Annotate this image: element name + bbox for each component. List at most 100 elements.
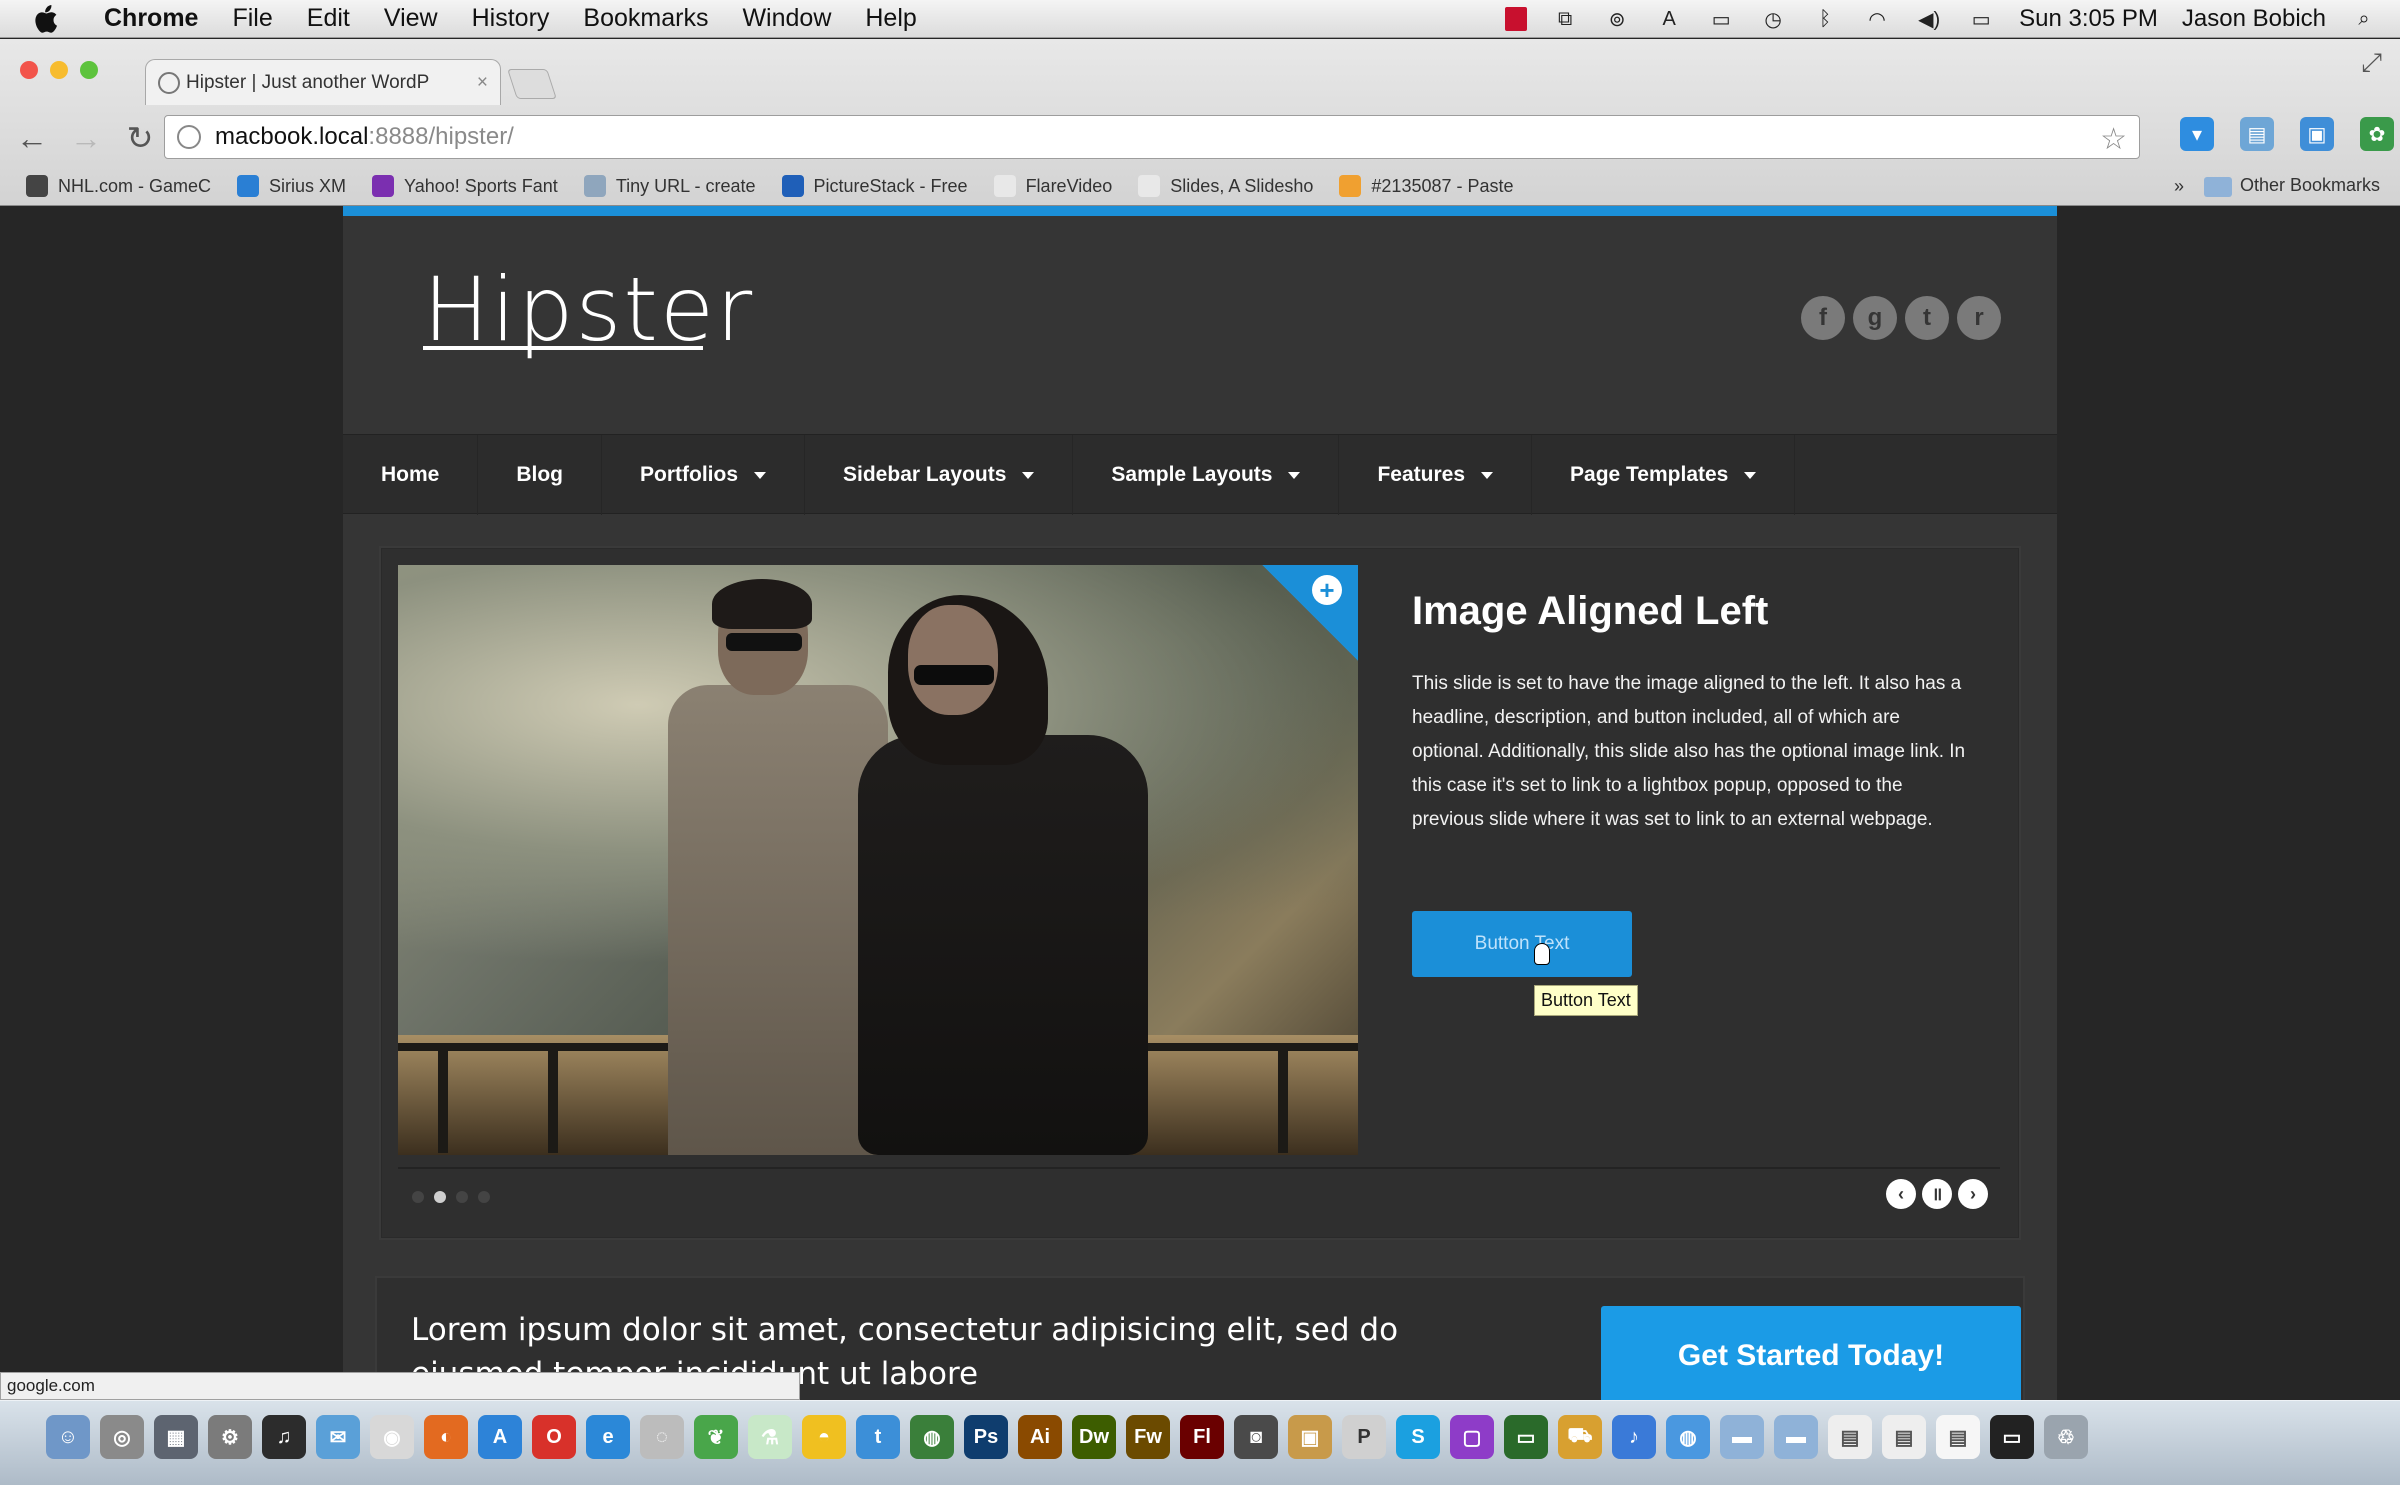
screenshot-icon[interactable]: ◙ xyxy=(1234,1415,1278,1459)
photoshop-icon[interactable]: Ps xyxy=(964,1415,1008,1459)
app-store-icon[interactable]: A xyxy=(478,1415,522,1459)
tweetdeck-icon[interactable]: t xyxy=(856,1415,900,1459)
purple-app-icon[interactable]: ▢ xyxy=(1450,1415,1494,1459)
slide-image[interactable] xyxy=(398,565,1358,1155)
bookmark-item[interactable]: Sirius XM xyxy=(237,175,346,197)
address-bar[interactable]: macbook.local:8888/hipster/ ☆ xyxy=(164,115,2140,159)
box-icon[interactable]: ▣ xyxy=(1288,1415,1332,1459)
trash-icon[interactable]: ♲ xyxy=(2044,1415,2088,1459)
bookmark-item[interactable]: #2135087 - Paste xyxy=(1339,175,1514,197)
bookmark-item[interactable]: Yahoo! Sports Fant xyxy=(372,175,558,197)
wifi-icon[interactable]: ◠ xyxy=(1863,7,1891,31)
monitor-icon[interactable]: ▭ xyxy=(1504,1415,1548,1459)
menubar-user[interactable]: Jason Bobich xyxy=(2182,5,2326,33)
preview-icon[interactable]: ▦ xyxy=(154,1415,198,1459)
bookmark-item[interactable]: FlareVideo xyxy=(993,175,1112,197)
nav-blog[interactable]: Blog xyxy=(478,435,603,515)
facebook-icon[interactable]: f xyxy=(1801,296,1845,340)
flask-icon[interactable]: ⚗ xyxy=(748,1415,792,1459)
menu-edit[interactable]: Edit xyxy=(307,4,350,33)
nav-home[interactable]: Home xyxy=(343,435,479,515)
screen-icon[interactable]: ⧉ xyxy=(1551,7,1579,31)
flash-icon[interactable]: Fl xyxy=(1180,1415,1224,1459)
slider-dot[interactable] xyxy=(478,1191,490,1203)
battery-icon[interactable]: ▭ xyxy=(1967,7,1995,31)
illustrator-icon[interactable]: Ai xyxy=(1018,1415,1062,1459)
bookmark-star-icon[interactable]: ☆ xyxy=(2100,122,2127,157)
rss-icon[interactable]: r xyxy=(1957,296,2001,340)
folder-icon[interactable]: ▬ xyxy=(1720,1415,1764,1459)
globe-icon[interactable]: ◍ xyxy=(910,1415,954,1459)
reload-icon[interactable]: ↻ xyxy=(118,116,162,160)
close-window-icon[interactable] xyxy=(20,61,38,79)
menu-view[interactable]: View xyxy=(384,4,438,33)
spotlight-search-icon[interactable]: ⌕ xyxy=(2350,7,2378,31)
pause-icon[interactable]: ॥ xyxy=(1922,1179,1952,1209)
finder-icon[interactable]: ☺ xyxy=(46,1415,90,1459)
previous-arrow-icon[interactable]: ‹ xyxy=(1886,1179,1916,1209)
browser-tab[interactable]: Hipster | Just another WordP × xyxy=(145,59,501,105)
bookmarks-overflow-icon[interactable]: » xyxy=(2174,176,2184,197)
menu-file[interactable]: File xyxy=(232,4,272,33)
menu-help[interactable]: Help xyxy=(865,4,916,33)
bookmark-item[interactable]: NHL.com - GameC xyxy=(26,175,211,197)
menu-bookmarks[interactable]: Bookmarks xyxy=(583,4,708,33)
dreamweaver-icon[interactable]: Dw xyxy=(1072,1415,1116,1459)
menubar-clock[interactable]: Sun 3:05 PM xyxy=(2019,5,2158,33)
itunes-icon[interactable]: ♫ xyxy=(262,1415,306,1459)
nav-portfolios[interactable]: Portfolios xyxy=(602,435,806,515)
other-bookmarks[interactable]: Other Bookmarks xyxy=(2203,175,2380,197)
settings-icon[interactable]: ⚙ xyxy=(208,1415,252,1459)
slider-dot[interactable] xyxy=(456,1191,468,1203)
terminal-icon[interactable]: ▭ xyxy=(1990,1415,2034,1459)
get-started-button[interactable]: Get Started Today! xyxy=(1601,1306,2021,1400)
menu-history[interactable]: History xyxy=(472,4,550,33)
new-tab-button[interactable] xyxy=(507,69,557,99)
input-icon[interactable]: A xyxy=(1655,7,1683,31)
twitter-icon[interactable]: t xyxy=(1905,296,1949,340)
extension-plant-icon[interactable]: ✿ xyxy=(2360,117,2394,151)
duck-icon[interactable]: ◓ xyxy=(802,1415,846,1459)
forward-arrow-icon[interactable]: → xyxy=(64,116,108,160)
next-arrow-icon[interactable]: › xyxy=(1958,1179,1988,1209)
tab-close-icon[interactable]: × xyxy=(477,72,488,94)
cart-icon[interactable]: ⛟ xyxy=(1558,1415,1602,1459)
document-icon[interactable]: ▤ xyxy=(1882,1415,1926,1459)
app-icon[interactable]: ◌ xyxy=(640,1415,684,1459)
ie-icon[interactable]: e xyxy=(586,1415,630,1459)
nav-features[interactable]: Features xyxy=(1339,435,1533,515)
extension-bucket-icon[interactable]: ▾ xyxy=(2180,117,2214,151)
nav-sample-layouts[interactable]: Sample Layouts xyxy=(1073,435,1340,515)
zoom-window-icon[interactable] xyxy=(80,61,98,79)
page-info-icon[interactable] xyxy=(177,125,201,149)
extension-screen-icon[interactable]: ▣ xyxy=(2300,117,2334,151)
google-plus-icon[interactable]: g xyxy=(1853,296,1897,340)
sync-icon[interactable]: ⊚ xyxy=(1603,7,1631,31)
plus-icon[interactable]: + xyxy=(1312,575,1342,605)
minimize-window-icon[interactable] xyxy=(50,61,68,79)
extension-chart-icon[interactable]: ▤ xyxy=(2240,117,2274,151)
bluetooth-icon[interactable]: ᛒ xyxy=(1811,7,1839,31)
fireworks-icon[interactable]: Fw xyxy=(1126,1415,1170,1459)
safari-icon[interactable]: ◎ xyxy=(100,1415,144,1459)
slider-dot[interactable] xyxy=(412,1191,424,1203)
bookmark-item[interactable]: PictureStack - Free xyxy=(781,175,968,197)
mail-icon[interactable]: ✉ xyxy=(316,1415,360,1459)
fullscreen-icon[interactable]: ⤢ xyxy=(2361,47,2382,79)
menu-window[interactable]: Window xyxy=(742,4,831,33)
back-arrow-icon[interactable]: ← xyxy=(10,116,54,160)
leaf-icon[interactable]: ❦ xyxy=(694,1415,738,1459)
document-icon[interactable]: ▤ xyxy=(1828,1415,1872,1459)
lightbox-corner-badge[interactable] xyxy=(1262,565,1358,661)
time-machine-icon[interactable]: ◷ xyxy=(1759,7,1787,31)
bookmark-item[interactable]: Slides, A Slidesho xyxy=(1138,175,1313,197)
menu-app-name[interactable]: Chrome xyxy=(104,4,198,33)
record-icon[interactable] xyxy=(1505,7,1528,31)
slide-button[interactable]: Button Text xyxy=(1412,911,1632,977)
document-icon[interactable]: ▤ xyxy=(1936,1415,1980,1459)
apple-menu-icon[interactable] xyxy=(28,2,62,36)
network-icon[interactable]: ◍ xyxy=(1666,1415,1710,1459)
nav-page-templates[interactable]: Page Templates xyxy=(1532,435,1796,515)
volume-icon[interactable]: ◀) xyxy=(1915,7,1943,31)
itunes-app-icon[interactable]: ♪ xyxy=(1612,1415,1656,1459)
